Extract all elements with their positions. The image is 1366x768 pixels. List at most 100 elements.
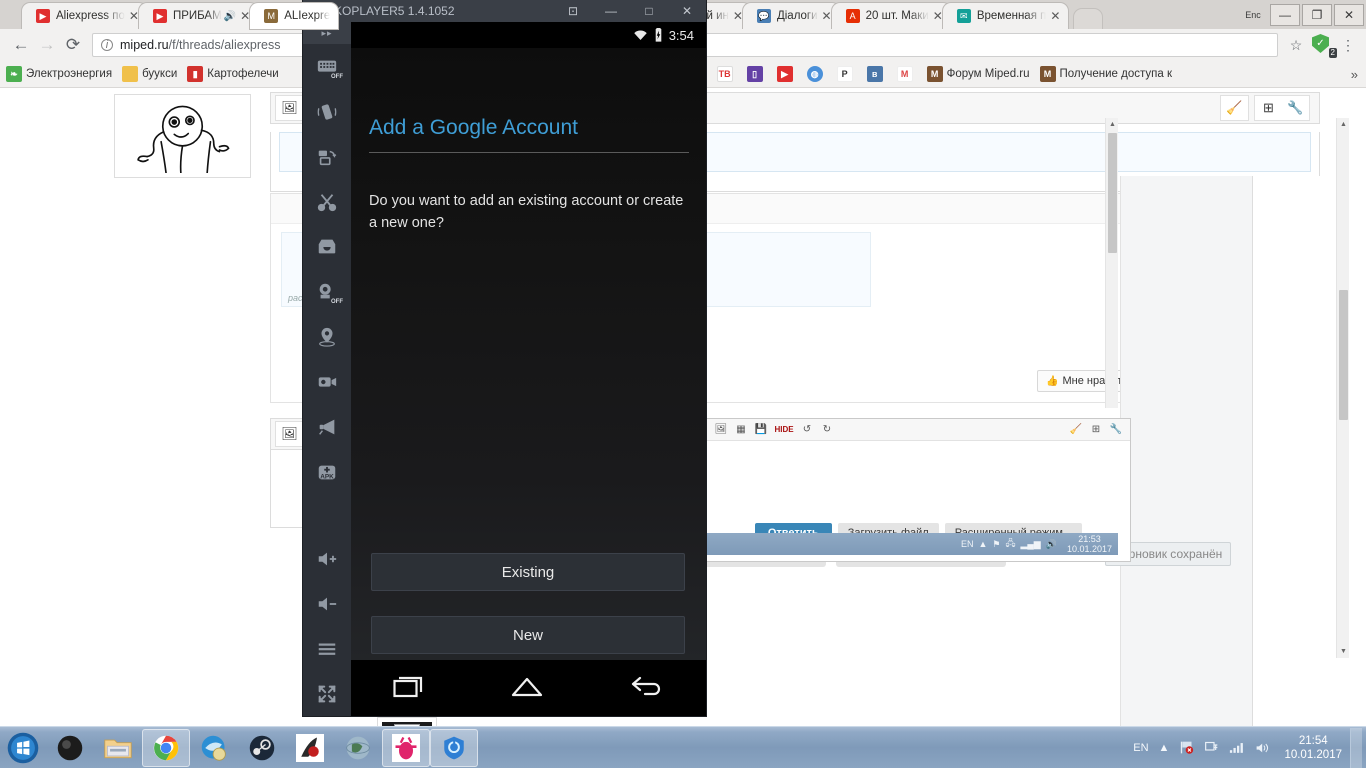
file-explorer-icon[interactable] bbox=[94, 729, 142, 767]
bookmark-item[interactable]: ТВ bbox=[716, 66, 737, 82]
signal-icon[interactable] bbox=[1229, 741, 1245, 754]
sidebar-item-screenshot-crop[interactable] bbox=[303, 179, 351, 224]
back-button[interactable]: ← bbox=[8, 32, 34, 58]
sidebar-item-shake[interactable] bbox=[303, 89, 351, 134]
inner-scrollbar[interactable]: ▲ bbox=[1105, 118, 1118, 408]
globe-browser-icon[interactable] bbox=[334, 729, 382, 767]
tab-close-icon[interactable]: ✕ bbox=[733, 10, 743, 22]
emulator-titlebar[interactable]: KOPLAYER5 1.4.1052 ⊡ — □ ✕ bbox=[303, 0, 706, 22]
sidebar-item-menu[interactable] bbox=[303, 626, 351, 671]
image-icon[interactable]: 🖼 bbox=[276, 96, 303, 120]
redo-icon[interactable]: ↻ bbox=[817, 421, 837, 439]
tab-audio-icon[interactable]: 🔊 bbox=[224, 11, 236, 22]
art-app-icon[interactable] bbox=[286, 729, 334, 767]
save-icon[interactable]: 💾 bbox=[751, 421, 771, 439]
bookmark-item[interactable]: M Форум Miped.ru bbox=[926, 66, 1030, 82]
hide-button[interactable]: HIDE bbox=[771, 421, 797, 439]
forward-button[interactable]: → bbox=[34, 32, 60, 58]
browser-tab[interactable]: A 20 шт. Маки ✕ bbox=[831, 3, 951, 29]
scroll-up-icon[interactable]: ▲ bbox=[1106, 118, 1119, 131]
bookmark-item[interactable]: Р bbox=[836, 66, 857, 82]
ime-indicator[interactable]: Enc bbox=[1238, 4, 1268, 26]
sidebar-item-location[interactable] bbox=[303, 314, 351, 359]
bookmark-item[interactable]: буукси bbox=[122, 66, 177, 82]
bookmark-item[interactable]: ◍ bbox=[806, 66, 827, 82]
background-editor-body[interactable] bbox=[707, 441, 1130, 519]
bookmark-item[interactable]: в bbox=[866, 66, 887, 82]
chrome-menu-icon[interactable]: ⋮ bbox=[1338, 38, 1358, 52]
sidebar-item-volume-down[interactable] bbox=[303, 581, 351, 626]
blue-browser-icon[interactable] bbox=[190, 729, 238, 767]
dark-circle-icon[interactable] bbox=[46, 729, 94, 767]
image-icon[interactable]: 🖼 bbox=[276, 422, 303, 446]
back-button[interactable] bbox=[628, 673, 664, 704]
sidebar-item-inbox[interactable] bbox=[303, 224, 351, 269]
attachment-thumbnail-2[interactable] bbox=[377, 717, 437, 726]
network-icon[interactable]: 🖧 bbox=[1005, 536, 1015, 552]
undo-icon[interactable]: ↺ bbox=[797, 421, 817, 439]
wrench-icon[interactable]: 🔧 bbox=[1282, 96, 1309, 120]
sidebar-item-install-apk[interactable]: APK bbox=[303, 449, 351, 494]
scroll-down-icon[interactable]: ▼ bbox=[1337, 645, 1350, 658]
tab-close-icon[interactable]: ✕ bbox=[240, 10, 250, 22]
browser-tab[interactable]: ▶ ПРИБАМ 🔊 ✕ bbox=[138, 3, 259, 29]
page-scrollbar[interactable]: ▲ ▼ bbox=[1336, 118, 1349, 658]
koplayer-icon[interactable] bbox=[382, 728, 430, 767]
browser-tab-active[interactable]: M ALIexpre bbox=[250, 3, 339, 29]
volume-icon[interactable] bbox=[1255, 741, 1271, 755]
minimize-button[interactable]: — bbox=[592, 0, 630, 22]
browser-tab[interactable]: ✉ Временная п ✕ bbox=[942, 3, 1069, 29]
browser-tab[interactable]: ▶ Aliexpress по ✕ bbox=[22, 3, 147, 29]
tab-close-icon[interactable]: ✕ bbox=[933, 10, 943, 22]
bookmark-item[interactable]: M bbox=[896, 66, 917, 82]
sidebar-item-video-record[interactable] bbox=[303, 359, 351, 404]
wrench-icon[interactable]: 🔧 bbox=[1106, 421, 1126, 439]
bookmarks-overflow-button[interactable]: » bbox=[1351, 67, 1358, 82]
tab-close-icon[interactable]: ✕ bbox=[1050, 10, 1060, 22]
signal-icon[interactable]: ▂▄▆ bbox=[1021, 539, 1041, 550]
volume-icon[interactable]: 🔊 bbox=[1046, 539, 1057, 550]
home-button[interactable] bbox=[510, 673, 544, 704]
chrome-icon[interactable] bbox=[142, 728, 190, 767]
browser-tab[interactable]: 💬 Діалоги ✕ bbox=[742, 3, 840, 29]
sidebar-item-megaphone[interactable] bbox=[303, 404, 351, 449]
sidebar-item-camera[interactable]: OFF bbox=[303, 269, 351, 314]
sidebar-item-fullscreen[interactable] bbox=[303, 671, 351, 716]
close-button[interactable]: ✕ bbox=[668, 0, 706, 22]
image-icon[interactable]: 🖼 bbox=[711, 421, 731, 439]
scroll-thumb[interactable] bbox=[1108, 133, 1117, 253]
windows-start-icon[interactable] bbox=[0, 728, 46, 768]
close-button[interactable]: ✕ bbox=[1334, 3, 1364, 26]
chevron-up-icon[interactable]: ▲ bbox=[1159, 742, 1170, 754]
bookmark-item[interactable]: ▯ bbox=[746, 66, 767, 82]
sidebar-item-rotate-screen[interactable] bbox=[303, 134, 351, 179]
show-desktop-button[interactable] bbox=[1350, 727, 1362, 768]
sidebar-item-keyboard[interactable]: OFF bbox=[303, 44, 351, 89]
eraser-icon[interactable]: 🧹 bbox=[1221, 96, 1248, 120]
flag-error-icon[interactable] bbox=[1179, 740, 1194, 755]
bookmark-star-icon[interactable]: ☆ bbox=[1284, 33, 1308, 57]
restore-button[interactable]: ⊡ bbox=[554, 0, 592, 22]
tab-close-icon[interactable]: ✕ bbox=[129, 10, 139, 22]
recents-button[interactable] bbox=[393, 673, 427, 704]
network-icon[interactable] bbox=[1204, 740, 1219, 755]
table-icon[interactable]: ⊞ bbox=[1255, 96, 1282, 120]
maximize-button[interactable]: □ bbox=[630, 0, 668, 22]
eraser-icon[interactable]: 🧹 bbox=[1066, 421, 1086, 439]
scroll-up-icon[interactable]: ▲ bbox=[1337, 118, 1350, 131]
chevron-up-icon[interactable]: ▲ bbox=[978, 539, 987, 549]
bookmark-item[interactable]: M Получение доступа к bbox=[1039, 66, 1172, 82]
info-icon[interactable]: i bbox=[101, 39, 113, 51]
adblock-extension-icon[interactable]: ✓ 2 bbox=[1312, 34, 1337, 58]
bookmark-item[interactable]: ❧ Электроэнергия bbox=[6, 66, 112, 82]
reload-button[interactable]: ⟳ bbox=[60, 32, 86, 58]
new-tab-button[interactable] bbox=[1074, 9, 1103, 29]
scroll-thumb[interactable] bbox=[1339, 290, 1348, 420]
sidebar-item-volume-up[interactable] bbox=[303, 536, 351, 581]
bookmark-item[interactable]: ▮ Картофелечи bbox=[187, 66, 279, 82]
restore-button[interactable]: ❐ bbox=[1302, 3, 1332, 26]
flag-error-icon[interactable]: ⚑ bbox=[992, 539, 1000, 550]
taskbar-clock[interactable]: 21:54 10.01.2017 bbox=[1284, 734, 1342, 762]
bookmark-item[interactable]: ▶ bbox=[776, 66, 797, 82]
minimize-button[interactable]: — bbox=[1270, 3, 1300, 26]
